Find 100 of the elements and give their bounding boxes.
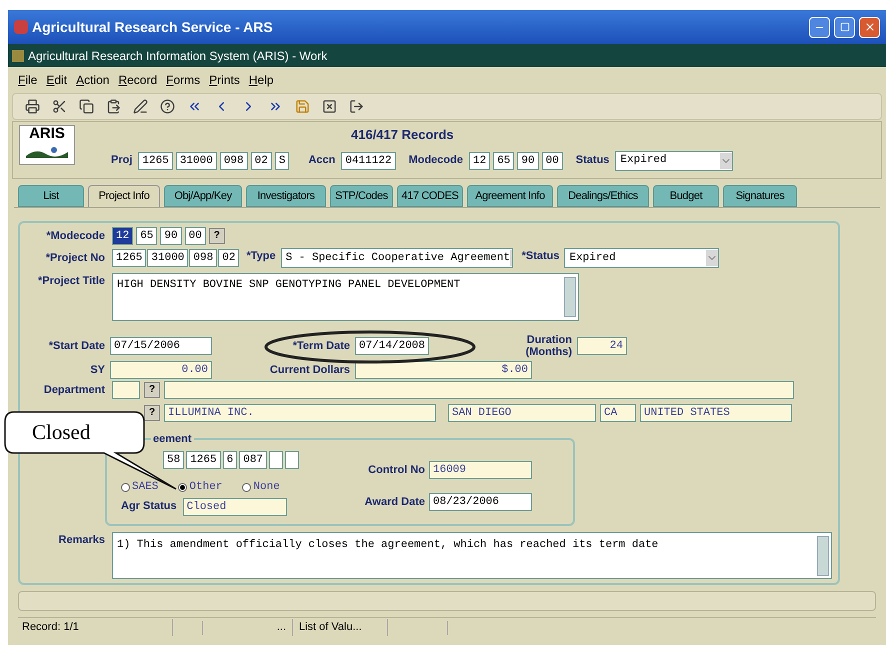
dropdown-field[interactable]: Expired <box>564 248 720 268</box>
radio-option[interactable]: Other <box>178 479 222 496</box>
help-icon[interactable] <box>160 99 175 114</box>
text-field[interactable]: 12 <box>468 152 490 170</box>
text-field[interactable]: 12 <box>112 227 134 245</box>
text-field[interactable]: 08/23/2006 <box>429 493 532 511</box>
radio-icon[interactable] <box>121 482 130 492</box>
field-label: SY <box>89 362 105 378</box>
text-area-value: 1) This amendment officially closes the agreement, which has reached its term date <box>117 538 660 553</box>
field-label: Remarks <box>58 533 105 548</box>
text-field[interactable]: 07/15/2006 <box>110 337 212 355</box>
close-icon <box>864 21 876 33</box>
field-label: *Status <box>522 249 560 264</box>
text-area-value: HIGH DENSITY BOVINE SNP GENOTYPING PANEL DEVELOPMENT <box>117 278 462 293</box>
lookup-button[interactable]: ? <box>144 382 160 398</box>
text-field[interactable]: 1265 <box>138 152 173 170</box>
tab[interactable]: Investigators <box>246 185 326 207</box>
text-field[interactable]: 0.00 <box>110 361 212 379</box>
radio-option[interactable]: None <box>242 479 280 496</box>
text-field[interactable]: 24 <box>577 337 627 355</box>
text-field[interactable]: S <box>274 152 290 170</box>
tab[interactable]: Project Info <box>88 185 160 207</box>
text-field[interactable] <box>269 451 284 469</box>
app-icon <box>12 50 24 62</box>
text-field[interactable] <box>112 381 140 399</box>
menu-item[interactable]: Record <box>118 71 158 89</box>
radio-option[interactable]: SAES <box>121 479 158 496</box>
text-field[interactable]: 098 <box>220 152 248 170</box>
lookup-button[interactable]: ? <box>144 405 160 421</box>
tab[interactable]: 417 CODES <box>397 185 463 207</box>
menu-item[interactable]: File <box>18 71 38 89</box>
close-button[interactable] <box>859 16 880 38</box>
text-area[interactable]: HIGH DENSITY BOVINE SNP GENOTYPING PANEL DEVELOPMENT <box>112 273 579 321</box>
text-field[interactable]: 90 <box>160 227 182 245</box>
field-label: *Type <box>246 249 276 264</box>
text-field[interactable]: 00 <box>184 227 206 245</box>
text-field[interactable] <box>285 451 300 469</box>
minimize-button[interactable] <box>809 16 830 38</box>
field-label: Accn <box>308 153 336 168</box>
text-field[interactable]: 1265 <box>186 451 221 469</box>
text-area[interactable]: 1) This amendment officially closes the agreement, which has reached its term date <box>112 532 832 579</box>
text-field[interactable]: 0411122 <box>341 152 396 170</box>
text-field[interactable]: UNITED STATES <box>640 404 792 422</box>
text-field[interactable]: 02 <box>250 152 272 170</box>
text-field[interactable]: 65 <box>493 152 514 170</box>
text-field[interactable]: 098 <box>189 249 218 267</box>
scrollbar[interactable] <box>564 277 576 317</box>
tab[interactable]: Dealings/Ethics <box>557 185 649 207</box>
copy-icon[interactable] <box>79 99 94 114</box>
tab[interactable]: List <box>18 185 84 207</box>
app-icon <box>14 20 28 34</box>
menu-item[interactable]: Prints <box>209 71 240 89</box>
text-field[interactable]: $.00 <box>355 361 532 379</box>
text-field[interactable]: 00 <box>542 152 563 170</box>
text-field[interactable] <box>164 381 794 399</box>
tab[interactable]: Budget <box>653 185 719 207</box>
clear-icon[interactable] <box>322 99 337 114</box>
dropdown-field[interactable]: S - Specific Cooperative Agreement <box>280 248 513 268</box>
menu-item[interactable]: Help <box>248 71 274 89</box>
menu-item[interactable]: Forms <box>166 71 200 89</box>
tab[interactable]: Signatures <box>723 185 797 207</box>
text-field[interactable]: 58 <box>163 451 184 469</box>
text-field[interactable]: ILLUMINA INC. <box>164 404 436 422</box>
text-field[interactable]: 1265 <box>112 249 146 267</box>
dropdown-field[interactable]: Expired <box>615 150 734 170</box>
callout-text: Closed <box>32 419 90 446</box>
text-field[interactable]: 90 <box>517 152 539 170</box>
text-field[interactable]: 65 <box>136 227 158 245</box>
text-field[interactable]: 16009 <box>429 461 532 479</box>
text-field[interactable]: 31000 <box>176 152 217 170</box>
printer-icon[interactable] <box>25 99 40 114</box>
field-label: Duration (Months) <box>524 334 572 358</box>
tab[interactable]: Agreement Info <box>467 185 553 207</box>
paste-icon[interactable] <box>106 99 121 114</box>
exit-icon[interactable] <box>349 99 364 114</box>
field-label: Control No <box>367 462 425 478</box>
text-field[interactable]: CA <box>600 404 636 422</box>
maximize-button[interactable] <box>834 16 855 38</box>
text-field[interactable]: 31000 <box>147 249 188 267</box>
text-field[interactable]: 6 <box>222 451 238 469</box>
logo-text: ARIS <box>29 126 65 142</box>
text-field[interactable]: Closed <box>182 498 287 516</box>
text-field[interactable]: 07/14/2008 <box>355 337 429 355</box>
field-label: Proj <box>111 153 132 168</box>
scissors-icon[interactable] <box>52 99 67 114</box>
maximize-icon <box>840 22 850 32</box>
menu-item[interactable]: Edit <box>46 71 68 89</box>
menu-item[interactable]: Action <box>76 71 110 89</box>
app-title: Agricultural Research Information System (ARIS) - Work <box>28 48 328 64</box>
text-field[interactable]: 087 <box>239 451 268 469</box>
lookup-button[interactable]: ? <box>208 228 225 244</box>
text-field[interactable]: SAN DIEGO <box>448 404 596 422</box>
radio-icon[interactable] <box>242 482 252 492</box>
field-label: Status <box>576 153 610 168</box>
pen-icon[interactable] <box>133 99 148 114</box>
scrollbar[interactable] <box>817 536 829 576</box>
tab[interactable]: Obj/App/Key <box>164 185 242 207</box>
text-field[interactable]: 02 <box>218 249 240 267</box>
tab[interactable]: STP/Codes <box>330 185 393 207</box>
radio-icon[interactable] <box>178 482 188 492</box>
